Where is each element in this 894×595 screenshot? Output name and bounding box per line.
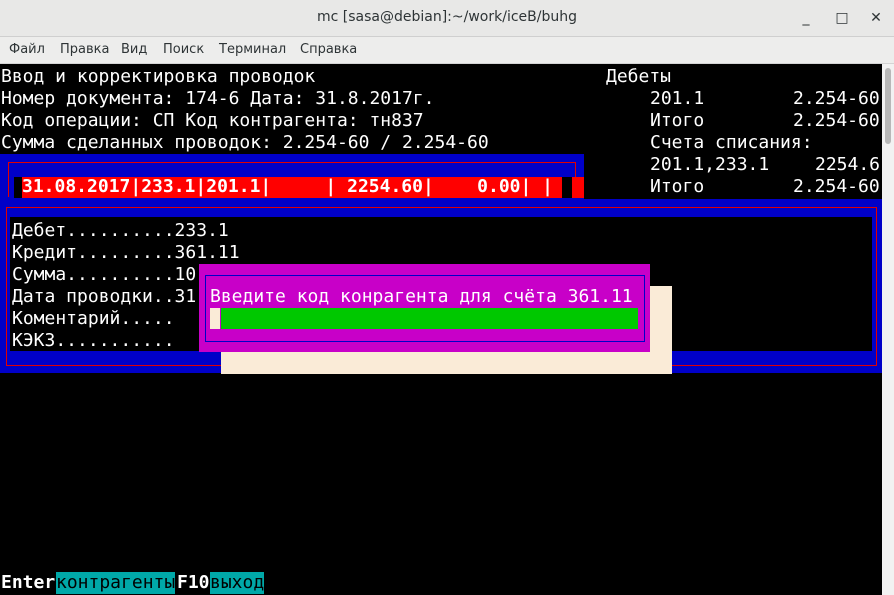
entries-sum: Сумма сделанных проводок: 2.254-60 / 2.2… bbox=[1, 132, 489, 153]
detail-kekz: КЭКЗ........... bbox=[12, 330, 175, 351]
contractor-code-input[interactable] bbox=[221, 308, 638, 329]
menu-file[interactable]: Файл bbox=[9, 42, 45, 57]
screen-title: Ввод и корректировка проводок bbox=[1, 66, 316, 87]
selected-entry-row[interactable]: 31.08.2017|233.1|201.1| | 2254.60| 0.00|… bbox=[22, 176, 553, 198]
row-cursor-left bbox=[14, 177, 22, 198]
window-title: mc [sasa@debian]:~/work/iceB/buhg bbox=[317, 9, 577, 25]
menu-search[interactable]: Поиск bbox=[163, 42, 204, 57]
detail-debet: Дебет..........233.1 bbox=[12, 220, 229, 241]
itogo-label: Итого bbox=[650, 110, 705, 131]
itogo2-amount: 2.254-60 bbox=[793, 176, 880, 197]
debets-title: Дебеты bbox=[606, 66, 672, 87]
debet-account: 201.1 bbox=[650, 88, 705, 109]
menu-view[interactable]: Вид bbox=[121, 42, 147, 57]
row-end-marker bbox=[572, 177, 584, 198]
menu-bar: Файл Правка Вид Поиск Терминал Справка bbox=[0, 37, 894, 64]
maximize-icon[interactable]: □ bbox=[832, 8, 852, 28]
terminal-scrollbar[interactable] bbox=[882, 64, 894, 595]
writeoff-title: Счета списания: bbox=[650, 132, 813, 153]
minimize-icon[interactable]: _ bbox=[796, 8, 816, 28]
detail-comment: Коментарий..... bbox=[12, 308, 175, 329]
detail-kredit: Кредит.........361.11 bbox=[12, 242, 240, 263]
hint-f10-key: F10 bbox=[177, 572, 210, 593]
itogo2-label: Итого bbox=[650, 176, 705, 197]
window-titlebar: mc [sasa@debian]:~/work/iceB/buhg _ □ ✕ bbox=[0, 0, 894, 37]
menu-edit[interactable]: Правка bbox=[60, 42, 109, 57]
menu-help[interactable]: Справка bbox=[300, 42, 357, 57]
hint-contractors[interactable]: контрагенты bbox=[56, 572, 176, 594]
hint-exit[interactable]: выход bbox=[210, 572, 265, 594]
document-info: Номер документа: 174-6 Дата: 31.8.2017г. bbox=[1, 88, 435, 109]
writeoff-accounts: 201.1,233.1 bbox=[650, 154, 770, 175]
detail-summa: Сумма..........10 bbox=[12, 264, 197, 285]
menu-terminal[interactable]: Терминал bbox=[219, 42, 286, 57]
scrollbar-thumb[interactable] bbox=[885, 68, 891, 144]
dialog-prompt: Введите код конрагента для счёта 361.11 bbox=[210, 286, 633, 307]
debet-amount: 2.254-60 bbox=[793, 88, 880, 109]
itogo-amount: 2.254-60 bbox=[793, 110, 880, 131]
detail-date: Дата проводки..31 bbox=[12, 286, 197, 307]
writeoff-amount: 2254.6 bbox=[815, 154, 881, 175]
text-cursor bbox=[210, 308, 220, 329]
hint-enter-key: Enter bbox=[1, 572, 56, 593]
operation-info: Код операции: СП Код контрагента: тн837 bbox=[1, 110, 424, 131]
close-icon[interactable]: ✕ bbox=[866, 8, 886, 28]
row-cursor-right bbox=[562, 177, 572, 198]
